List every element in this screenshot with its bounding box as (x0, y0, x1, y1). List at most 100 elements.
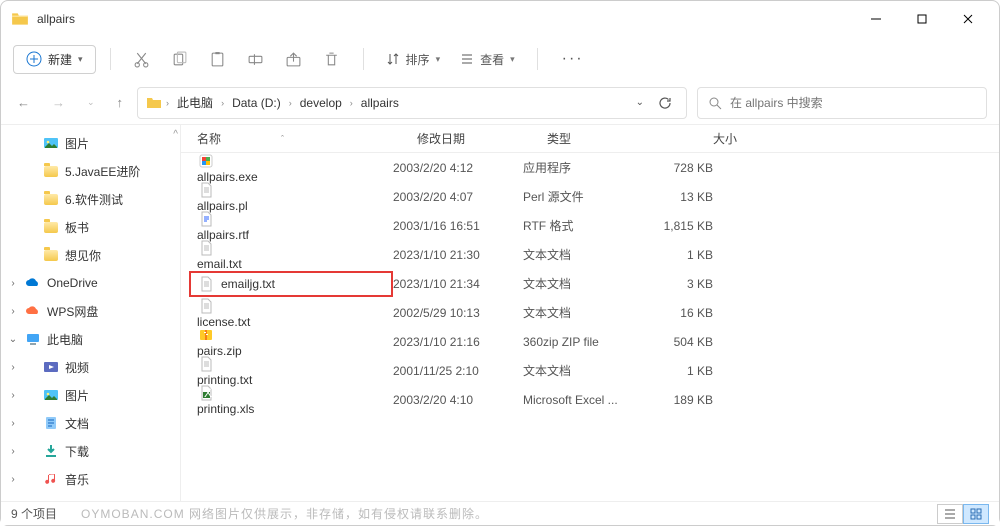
rtf-file-icon (197, 210, 215, 228)
expander-icon[interactable]: › (7, 390, 19, 401)
folder-icon (43, 247, 59, 263)
minimize-button[interactable] (853, 3, 899, 35)
sidebar-item[interactable]: 5.JavaEE进阶 (1, 157, 180, 185)
back-button[interactable]: ← (17, 95, 30, 110)
plus-icon (26, 51, 42, 67)
paste-button[interactable] (201, 42, 235, 76)
cell-date: 2023/1/10 21:16 (393, 335, 523, 349)
sidebar-item[interactable]: ›OneDrive (1, 269, 180, 297)
maximize-button[interactable] (899, 3, 945, 35)
expander-icon[interactable]: › (7, 278, 19, 289)
sidebar-item[interactable]: 图片 (1, 129, 180, 157)
file-row[interactable]: emailjg.txt2023/1/10 21:34文本文档3 KB (181, 269, 999, 298)
copy-button[interactable] (163, 42, 197, 76)
column-date[interactable]: 修改日期 (417, 130, 547, 147)
txt-file-icon (197, 355, 215, 373)
expander-icon[interactable]: › (7, 306, 19, 317)
title-bar: allpairs (1, 1, 999, 37)
file-name: emailjg.txt (221, 277, 275, 291)
rename-button[interactable] (239, 42, 273, 76)
expander-icon[interactable]: › (7, 418, 19, 429)
address-row: ← → ⌄ ↑ › 此电脑 › Data (D:) › develop › al… (1, 81, 999, 125)
window-controls (853, 3, 991, 35)
sidebar-item-label: WPS网盘 (47, 303, 98, 320)
cut-button[interactable] (125, 42, 159, 76)
sidebar-item[interactable]: ›下载 (1, 437, 180, 465)
column-name[interactable]: 名称ˆ (197, 130, 417, 147)
sidebar-item[interactable]: 想见你 (1, 241, 180, 269)
cell-name: allpairs.exe (197, 152, 393, 184)
cell-date: 2003/2/20 4:12 (393, 161, 523, 175)
column-type[interactable]: 类型 (547, 130, 657, 147)
cell-date: 2003/1/16 16:51 (393, 219, 523, 233)
up-button[interactable]: ↑ (117, 95, 124, 110)
file-row[interactable]: allpairs.exe2003/2/20 4:12应用程序728 KB (181, 153, 999, 182)
breadcrumb-segment[interactable]: develop (296, 96, 346, 110)
search-input[interactable] (730, 96, 976, 110)
history-chevron-icon[interactable]: ⌄ (636, 97, 644, 108)
view-button[interactable]: 查看 ▾ (452, 51, 523, 68)
more-button[interactable]: ··· (552, 50, 594, 68)
sidebar-item[interactable]: ›文档 (1, 409, 180, 437)
sidebar-item-label: 板书 (65, 219, 89, 236)
sidebar-item[interactable]: › WPS网盘 (1, 297, 180, 325)
sidebar-item-label: 5.JavaEE进阶 (65, 163, 140, 180)
breadcrumb-segment[interactable]: Data (D:) (228, 96, 285, 110)
sidebar-item-label: 6.软件测试 (65, 191, 123, 208)
expander-icon[interactable]: › (7, 362, 19, 373)
cell-size: 1 KB (633, 248, 713, 262)
breadcrumb-segment[interactable]: allpairs (357, 96, 403, 110)
chevron-right-icon[interactable]: › (164, 98, 171, 108)
view-label: 查看 (480, 51, 504, 68)
forward-button[interactable]: → (52, 95, 65, 110)
downloads-icon (43, 443, 59, 459)
sidebar-item[interactable]: ›图片 (1, 381, 180, 409)
file-row[interactable]: license.txt2002/5/29 10:13文本文档16 KB (181, 298, 999, 327)
cell-name: license.txt (197, 297, 393, 329)
cell-type: 文本文档 (523, 275, 633, 292)
file-name: printing.xls (197, 402, 254, 416)
thumbnails-view-button[interactable] (963, 504, 989, 524)
sidebar-item[interactable]: ›音乐 (1, 465, 180, 493)
cell-size: 504 KB (633, 335, 713, 349)
expander-icon[interactable]: › (7, 446, 19, 457)
file-row[interactable]: email.txt2023/1/10 21:30文本文档1 KB (181, 240, 999, 269)
cell-name: printing.txt (197, 355, 393, 387)
pictures-icon (43, 387, 59, 403)
window-folder-icon (11, 10, 29, 28)
chevron-right-icon[interactable]: › (348, 98, 355, 108)
sidebar-item[interactable]: 板书 (1, 213, 180, 241)
file-row[interactable]: Xprinting.xls2003/2/20 4:10Microsoft Exc… (181, 385, 999, 414)
chevron-right-icon[interactable]: › (219, 98, 226, 108)
breadcrumb-segment[interactable]: 此电脑 (173, 94, 217, 111)
share-button[interactable] (277, 42, 311, 76)
cell-name: allpairs.rtf (197, 210, 393, 242)
recent-chevron-icon[interactable]: ⌄ (87, 97, 95, 108)
new-button[interactable]: 新建 ▾ (13, 45, 96, 74)
cell-type: 应用程序 (523, 159, 633, 176)
file-row[interactable]: printing.txt2001/11/25 2:10文本文档1 KB (181, 356, 999, 385)
file-row[interactable]: allpairs.rtf2003/1/16 16:51RTF 格式1,815 K… (181, 211, 999, 240)
sidebar-item[interactable]: ⌄此电脑 (1, 325, 180, 353)
search-box[interactable] (697, 87, 987, 119)
music-icon (43, 471, 59, 487)
folder-icon (43, 191, 59, 207)
file-row[interactable]: allpairs.pl2003/2/20 4:07Perl 源文件13 KB (181, 182, 999, 211)
close-button[interactable] (945, 3, 991, 35)
expander-icon[interactable]: ⌄ (7, 334, 19, 345)
new-button-label: 新建 (48, 51, 72, 68)
expander-icon[interactable]: › (7, 474, 19, 485)
cell-name: allpairs.pl (197, 181, 393, 213)
chevron-right-icon[interactable]: › (287, 98, 294, 108)
cell-size: 16 KB (633, 306, 713, 320)
sort-button[interactable]: 排序 ▾ (378, 51, 449, 68)
breadcrumb[interactable]: › 此电脑 › Data (D:) › develop › allpairs ⌄ (137, 87, 687, 119)
column-headers: 名称ˆ 修改日期 类型 大小 (181, 125, 999, 153)
refresh-button[interactable] (658, 96, 672, 110)
details-view-button[interactable] (937, 504, 963, 524)
sidebar-item[interactable]: 6.软件测试 (1, 185, 180, 213)
column-size[interactable]: 大小 (657, 130, 737, 147)
file-row[interactable]: pairs.zip2023/1/10 21:16360zip ZIP file5… (181, 327, 999, 356)
delete-button[interactable] (315, 42, 349, 76)
sidebar-item[interactable]: ›视频 (1, 353, 180, 381)
